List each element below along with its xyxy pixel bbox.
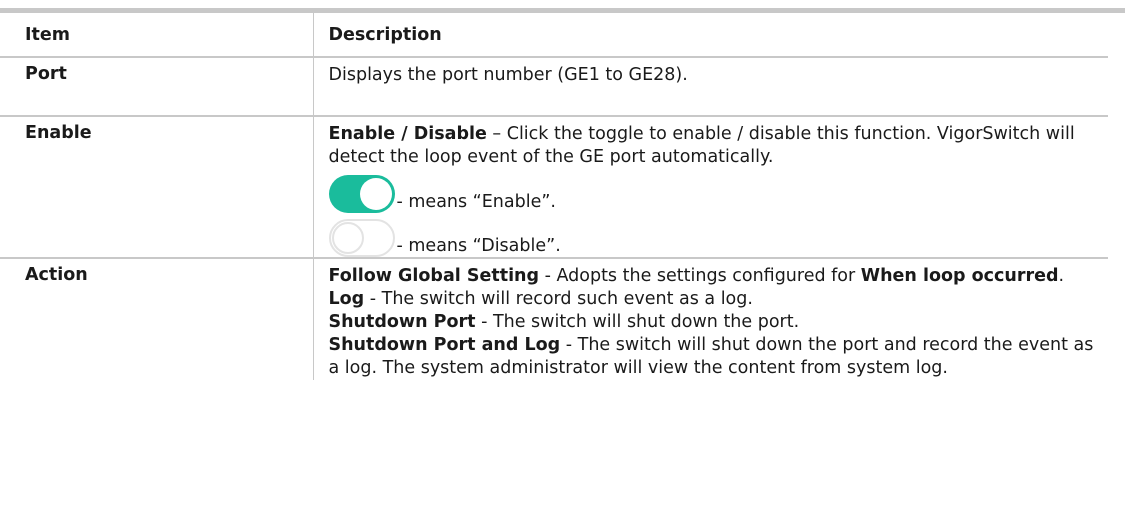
- toggle-on-icon: [328, 175, 395, 213]
- toggle-off-icon: [328, 219, 395, 257]
- description-table: Item Description Port Displays the port …: [0, 13, 1108, 380]
- action-follow-global: Follow Global Setting - Adopts the setti…: [329, 265, 1109, 288]
- table-row-enable: Enable Enable / Disable – Click the togg…: [0, 116, 1109, 259]
- toggle-off-text: - means “Disable”.: [396, 236, 561, 256]
- action-log: Log - The switch will record such event …: [329, 288, 1109, 311]
- item-enable: Enable: [0, 116, 314, 259]
- desc-port-text: Displays the port number (GE1 to GE28).: [328, 65, 688, 85]
- item-action: Action: [0, 258, 314, 380]
- header-item: Item: [0, 13, 314, 58]
- table-row-action: Action Follow Global Setting - Adopts th…: [0, 258, 1108, 380]
- desc-enable: Enable / Disable – Click the toggle to e…: [313, 116, 1109, 259]
- log-label: Log: [328, 289, 365, 309]
- table-header-row: Item Description: [0, 13, 1108, 58]
- toggle-off-example: - means “Disable”.: [328, 213, 1109, 257]
- desc-action: Follow Global Setting - Adopts the setti…: [313, 258, 1108, 380]
- follow-global-label: Follow Global Setting: [328, 266, 540, 286]
- enable-description: Enable / Disable – Click the toggle to e…: [329, 123, 1109, 169]
- toggle-on-example: - means “Enable”.: [328, 169, 1109, 213]
- follow-global-end: .: [1058, 266, 1065, 286]
- item-port: Port: [0, 57, 314, 117]
- when-loop-occurred-label: When loop occurred: [860, 266, 1059, 286]
- shutdown-port-and-log-label: Shutdown Port and Log: [328, 335, 561, 355]
- log-text: - The switch will record such event as a…: [364, 289, 753, 309]
- follow-global-text: - Adopts the settings configured for: [539, 266, 861, 286]
- toggle-on-text: - means “Enable”.: [396, 192, 557, 212]
- action-shutdown-port: Shutdown Port - The switch will shut dow…: [329, 311, 1109, 334]
- shutdown-port-label: Shutdown Port: [328, 312, 476, 332]
- action-shutdown-port-and-log: Shutdown Port and Log - The switch will …: [329, 334, 1109, 380]
- shutdown-port-text: - The switch will shut down the port.: [475, 312, 800, 332]
- table-row-port: Port Displays the port number (GE1 to GE…: [0, 57, 1108, 117]
- desc-port: Displays the port number (GE1 to GE28).: [313, 57, 1108, 117]
- enable-disable-label: Enable / Disable: [328, 124, 487, 144]
- header-description: Description: [313, 13, 1108, 58]
